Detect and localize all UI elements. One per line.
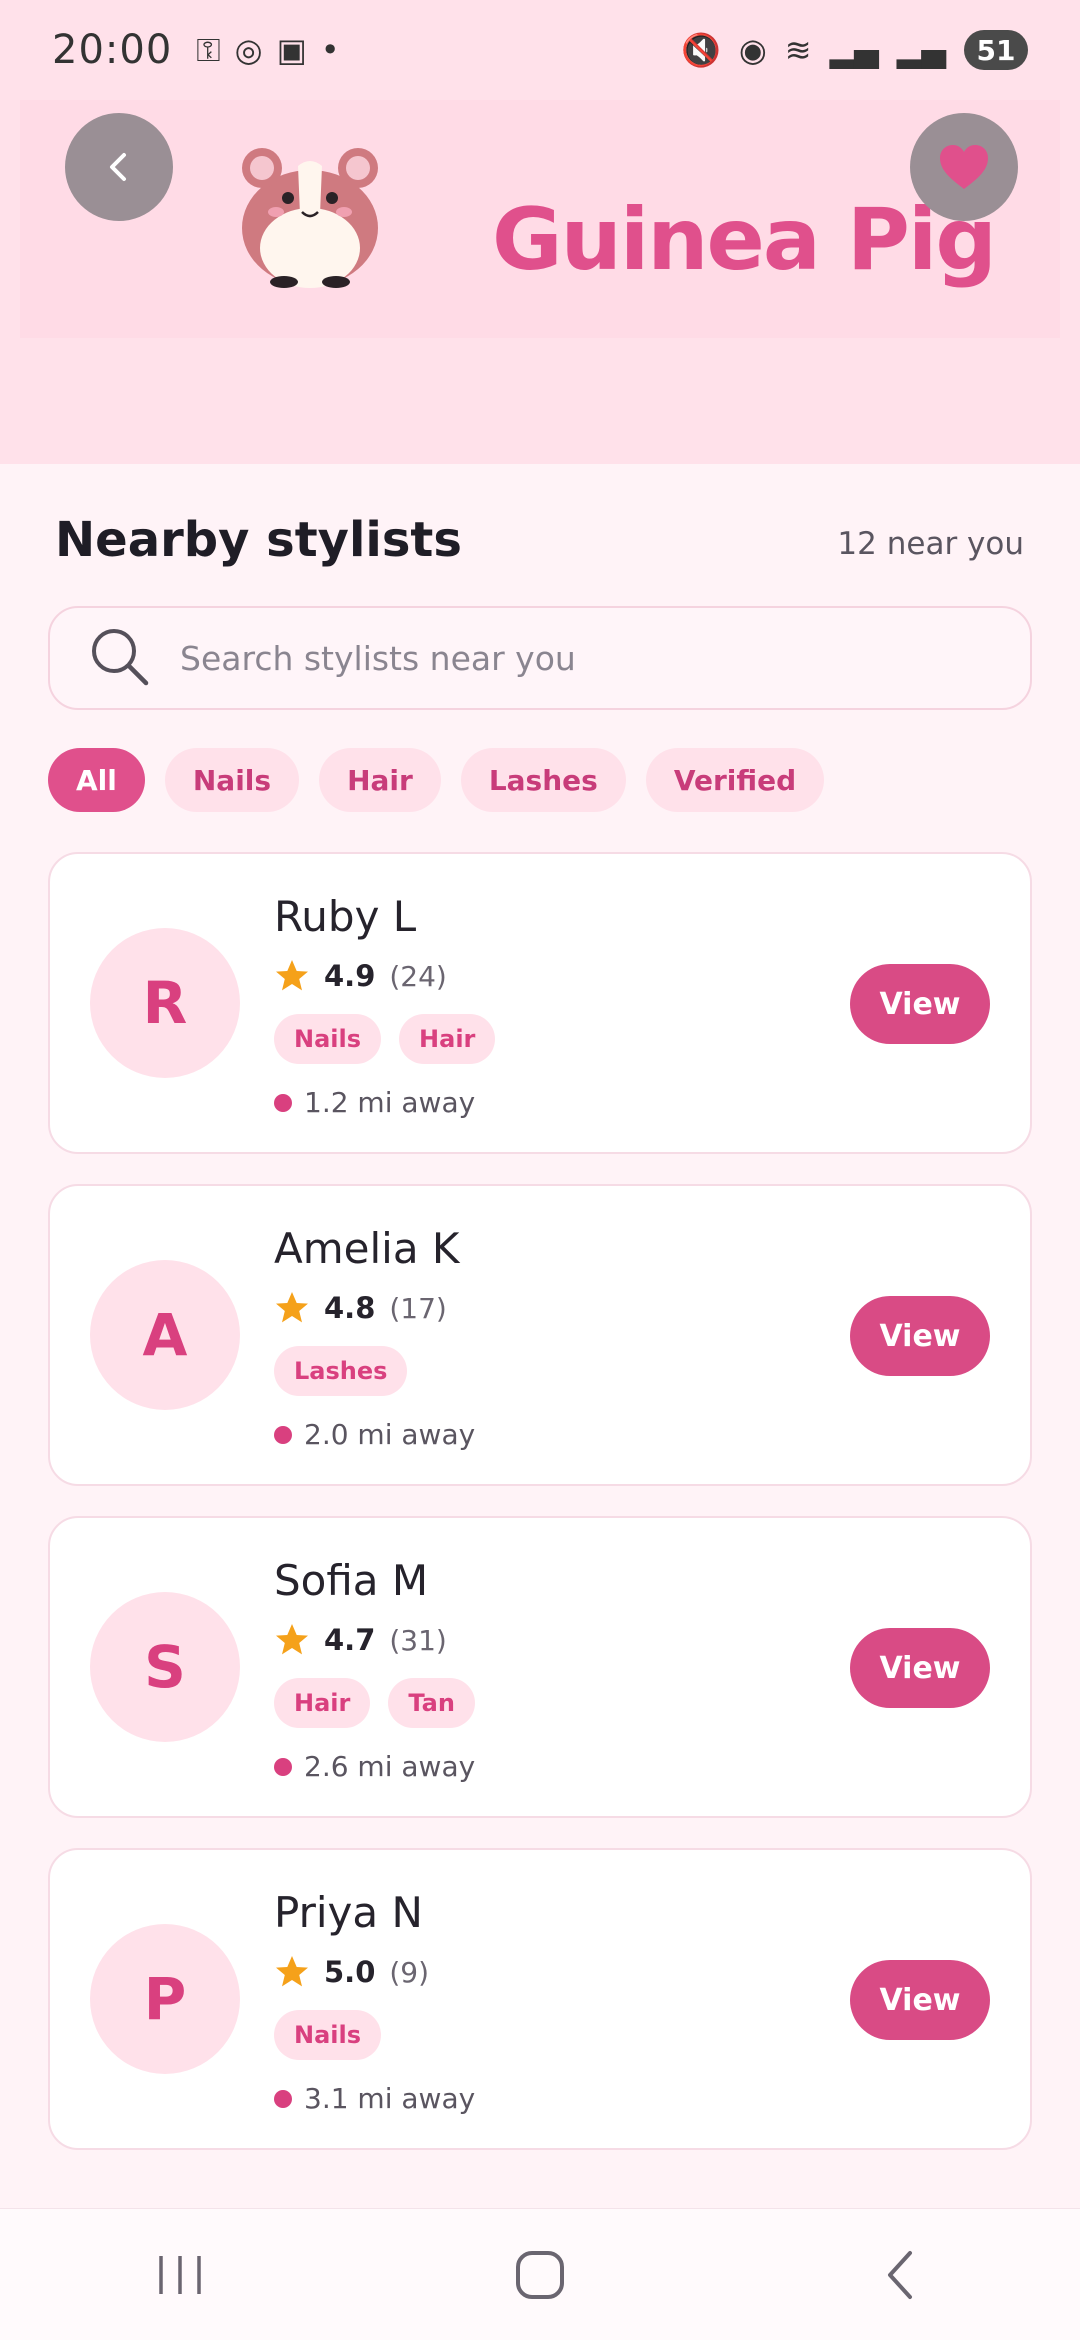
filter-chip-nails[interactable]: Nails [164, 748, 300, 812]
service-tag: Nails [274, 2010, 382, 2060]
distance: 2.6 mi away [274, 1750, 475, 1783]
avatar: P [90, 1924, 240, 2074]
view-button[interactable]: View [850, 1960, 990, 2040]
star-icon [276, 1292, 308, 1323]
rating-value: 4.8 [324, 1291, 376, 1325]
stylist-name: Priya N [274, 1888, 423, 1937]
avatar: S [90, 1592, 240, 1742]
guinea-pig-logo [242, 148, 378, 288]
review-count: (9) [389, 1955, 430, 1989]
distance-text: 2.6 mi away [304, 1750, 476, 1783]
service-tag: Tan [388, 1678, 475, 1728]
distance-text: 2.0 mi away [304, 1418, 476, 1451]
service-tags: Hair Tan [274, 1678, 475, 1728]
mute-icon: 🔇 [680, 31, 721, 69]
system-icons: 🔇 ◉ ≋ ▂▄ ▂▄ 51 [681, 30, 1028, 70]
service-tags: Nails [274, 2010, 382, 2060]
location-dot-icon [274, 1425, 292, 1444]
back-icon [888, 2250, 912, 2299]
rating-value: 4.9 [324, 959, 376, 993]
star-icon [276, 1956, 308, 1987]
nav-recents-button[interactable] [120, 2235, 240, 2315]
distance: 3.1 mi away [274, 2082, 475, 2115]
stylist-card[interactable]: P Priya N 5.0 (9) Nails 3.1 mi away View [48, 1848, 1032, 2150]
chevron-left-icon [110, 153, 126, 181]
rating-value: 4.7 [324, 1623, 376, 1657]
stylist-card[interactable]: R Ruby L 4.9 (24) Nails Hair 1.2 mi away… [48, 852, 1032, 1154]
filter-chip-hair[interactable]: Hair [319, 748, 441, 812]
search-input[interactable]: Search stylists near you [48, 606, 1032, 710]
heart-icon [940, 145, 988, 189]
rating: 4.7 (31) [274, 1622, 447, 1658]
service-tags: Lashes [274, 1346, 408, 1396]
stylist-card[interactable]: A Amelia K 4.8 (17) Lashes 2.0 mi away V… [48, 1184, 1032, 1486]
whatsapp-icon: ◎ [234, 31, 263, 69]
cast-icon: ▣ [276, 31, 307, 69]
rating: 4.9 (24) [274, 958, 447, 994]
distance: 1.2 mi away [274, 1086, 475, 1119]
service-tag: Nails [274, 1014, 382, 1064]
search-icon [92, 629, 149, 686]
location-dot-icon [274, 1757, 292, 1776]
back-button[interactable] [65, 113, 173, 221]
stylist-name: Amelia K [274, 1224, 460, 1273]
nav-back-button[interactable] [840, 2235, 960, 2315]
star-icon [276, 960, 308, 991]
stylist-name: Ruby L [274, 892, 417, 941]
filter-chips: All Nails Hair Lashes Verified [48, 748, 825, 812]
view-button[interactable]: View [850, 1628, 990, 1708]
review-count: (17) [389, 1291, 447, 1325]
distance-text: 1.2 mi away [304, 1086, 476, 1119]
results-count: 12 near you [837, 526, 1024, 562]
rating: 4.8 (17) [274, 1290, 447, 1326]
app-header: Guinea Pig [0, 100, 1080, 464]
service-tag: Hair [274, 1678, 371, 1728]
view-button[interactable]: View [850, 964, 990, 1044]
hotspot-icon: ◉ [738, 31, 767, 69]
more-dot-icon: • [320, 31, 340, 69]
service-tag: Lashes [274, 1346, 408, 1396]
battery-indicator: 51 [964, 30, 1028, 70]
review-count: (24) [389, 959, 447, 993]
filter-chip-all[interactable]: All [48, 748, 145, 812]
search-placeholder: Search stylists near you [180, 638, 576, 678]
review-count: (31) [389, 1623, 447, 1657]
key-lock-icon: ⚿ [196, 30, 221, 69]
service-tag: Hair [399, 1014, 496, 1064]
signal-2-icon: ▂▄ [896, 31, 946, 69]
nav-home-button[interactable] [480, 2235, 600, 2315]
app-brand-title: Guinea Pig [492, 190, 997, 290]
view-button[interactable]: View [850, 1296, 990, 1376]
avatar: A [90, 1260, 240, 1410]
distance-text: 3.1 mi away [304, 2082, 476, 2115]
wifi-icon: ≋ [784, 31, 812, 69]
section-title: Nearby stylists [55, 512, 462, 568]
distance: 2.0 mi away [274, 1418, 475, 1451]
avatar: R [90, 928, 240, 1078]
location-dot-icon [274, 1093, 292, 1112]
filter-chip-lashes[interactable]: Lashes [460, 748, 626, 812]
filter-chip-verified[interactable]: Verified [645, 748, 825, 812]
service-tags: Nails Hair [274, 1014, 496, 1064]
recents-icon [159, 2255, 201, 2294]
rating: 5.0 (9) [274, 1954, 429, 1990]
notification-icons: ⚿ ◎ ▣ • [196, 31, 339, 70]
system-nav-bar [0, 2208, 1080, 2340]
location-dot-icon [274, 2089, 292, 2108]
star-icon [276, 1624, 308, 1655]
stylist-name: Sofia M [274, 1556, 429, 1605]
rating-value: 5.0 [324, 1955, 376, 1989]
status-bar: 20:00 ⚿ ◎ ▣ • 🔇 ◉ ≋ ▂▄ ▂▄ 51 [0, 0, 1080, 100]
stylist-card[interactable]: S Sofia M 4.7 (31) Hair Tan 2.6 mi away … [48, 1516, 1032, 1818]
home-icon [516, 2250, 564, 2299]
favorite-button[interactable] [910, 113, 1018, 221]
status-time: 20:00 [52, 27, 173, 73]
signal-icon: ▂▄ [829, 31, 879, 69]
